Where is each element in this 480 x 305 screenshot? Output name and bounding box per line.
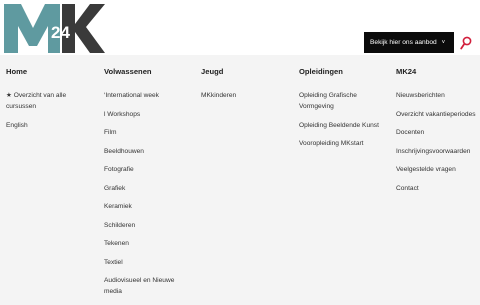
menu-item-grafiek[interactable]: Grafiek [104, 183, 190, 194]
menu-item-inschrijvingsvoorwaarden[interactable]: Inschrijvingsvoorwaarden [396, 146, 478, 157]
menu-item-nieuwsberichten[interactable]: Nieuwsberichten [396, 90, 478, 101]
menu-item-vakantieperiodes[interactable]: Overzicht vakantieperiodes [396, 109, 478, 120]
menu-item-fotografie[interactable]: Fotografie [104, 164, 190, 175]
menu-heading-volwassenen[interactable]: Volwassenen [104, 67, 190, 76]
menu-heading-home[interactable]: Home [6, 67, 94, 76]
logo-superscript: 24 [51, 23, 70, 42]
site-header: 24 Bekijk hier ons aanbod ˅ [0, 0, 480, 55]
mega-menu: Home ★ Overzicht van alle cursussen Engl… [0, 55, 480, 300]
menu-item-textiel[interactable]: Textiel [104, 257, 190, 268]
menu-column-volwassenen: Volwassenen ‘International week l Worksh… [104, 67, 190, 305]
menu-column-home: Home ★ Overzicht van alle cursussen Engl… [6, 67, 94, 138]
menu-item-veelgestelde-vragen[interactable]: Veelgestelde vragen [396, 164, 478, 175]
menu-column-jeugd: Jeugd MKkinderen [201, 67, 287, 109]
menu-heading-opleidingen[interactable]: Opleidingen [299, 67, 385, 76]
offer-cta-label: Bekijk hier ons aanbod [370, 39, 437, 46]
menu-item-schilderen[interactable]: Schilderen [104, 220, 190, 231]
menu-item-audiovisueel[interactable]: Audiovisueel en Nieuwe media [104, 275, 190, 297]
menu-heading-mk24[interactable]: MK24 [396, 67, 478, 76]
menu-item-keramiek[interactable]: Keramiek [104, 201, 190, 212]
search-icon[interactable] [460, 36, 472, 50]
menu-item-beeldende-kunst[interactable]: Opleiding Beeldende Kunst [299, 120, 385, 131]
menu-item-overview-courses[interactable]: ★ Overzicht van alle cursussen [6, 90, 94, 112]
menu-heading-jeugd[interactable]: Jeugd [201, 67, 287, 76]
menu-item-docenten[interactable]: Docenten [396, 127, 478, 138]
menu-item-mkkinderen[interactable]: MKkinderen [201, 90, 287, 101]
offer-cta-button[interactable]: Bekijk hier ons aanbod ˅ [364, 32, 454, 53]
chevron-down-icon: ˅ [441, 40, 446, 46]
menu-item-film[interactable]: Film [104, 127, 190, 138]
menu-item-tekenen[interactable]: Tekenen [104, 238, 190, 249]
menu-item-english[interactable]: English [6, 120, 94, 131]
menu-item-international-week[interactable]: ‘International week [104, 90, 190, 101]
menu-item-grafische-vormgeving[interactable]: Opleiding Grafische Vormgeving [299, 90, 385, 112]
menu-item-mkstart[interactable]: Vooropleiding MKstart [299, 138, 385, 149]
menu-column-opleidingen: Opleidingen Opleiding Grafische Vormgevi… [299, 67, 385, 157]
menu-item-beeldhouwen[interactable]: Beeldhouwen [104, 146, 190, 157]
menu-item-workshops[interactable]: l Workshops [104, 109, 190, 120]
mk24-logo[interactable]: 24 [4, 4, 106, 53]
menu-item-contact[interactable]: Contact [396, 183, 478, 194]
menu-column-mk24: MK24 Nieuwsberichten Overzicht vakantiep… [396, 67, 478, 201]
